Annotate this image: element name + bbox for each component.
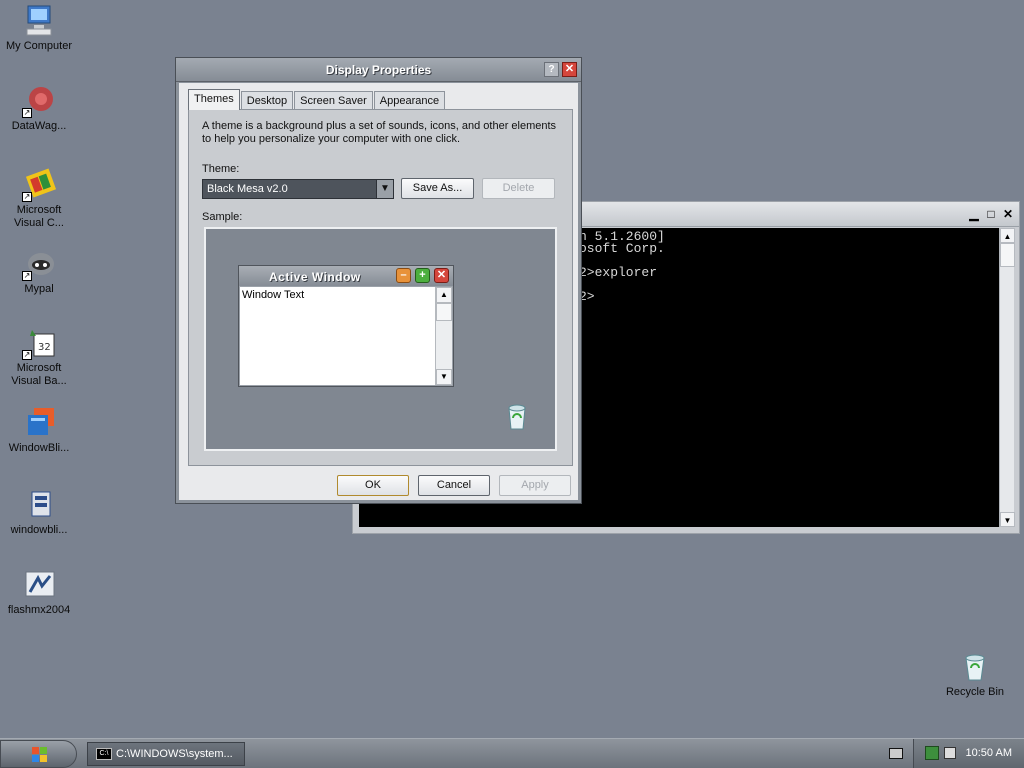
- save-as-button[interactable]: Save As...: [401, 178, 474, 199]
- visual-c-icon: ↗: [22, 168, 57, 202]
- shortcut-arrow-icon: ↗: [22, 350, 32, 360]
- mypal-icon: ↗: [22, 247, 56, 281]
- sample-window-titlebar: Active Window – + ✕: [239, 266, 453, 286]
- tab-appearance[interactable]: Appearance: [373, 91, 446, 110]
- scroll-thumb[interactable]: [1000, 243, 1015, 267]
- themes-panel: A theme is a background plus a set of so…: [188, 109, 573, 466]
- dialog-titlebar[interactable]: Display Properties ? ✕: [176, 58, 581, 82]
- close-icon[interactable]: ✕: [1001, 208, 1015, 222]
- windows-logo-icon: [32, 747, 47, 762]
- volume-icon[interactable]: [944, 747, 956, 759]
- desktop-icon-label: WindowBli...: [8, 442, 70, 454]
- dialog-body: Themes Desktop Screen Saver Appearance A…: [179, 83, 578, 500]
- apply-button[interactable]: Apply: [499, 475, 571, 496]
- desktop-icon-recycle-bin[interactable]: Recycle Bin: [936, 650, 1014, 699]
- desktop-icon-mypal[interactable]: ↗ Mypal: [0, 247, 78, 296]
- scroll-up-icon: ▲: [436, 287, 452, 303]
- close-icon: ✕: [434, 268, 449, 283]
- taskbar-item-label: C:\WINDOWS\system...: [116, 748, 233, 760]
- sample-window-text: Window Text: [240, 287, 435, 385]
- desktop-icon-label: windowbli...: [10, 524, 68, 536]
- dialog-title: Display Properties: [325, 63, 432, 77]
- svg-text:32: 32: [38, 342, 51, 353]
- desktop-icon-label: DataWag...: [11, 120, 67, 132]
- network-icon[interactable]: [925, 746, 939, 760]
- console-line: osoft Corp.: [579, 241, 665, 256]
- desktop-icon-visual-c[interactable]: ↗ Microsoft Visual C...: [0, 168, 78, 230]
- recycle-bin-icon: [958, 650, 992, 684]
- theme-description: A theme is a background plus a set of so…: [202, 120, 557, 145]
- scroll-down-icon: ▼: [436, 369, 452, 385]
- desktop-icon-label: Recycle Bin: [945, 686, 1005, 698]
- visual-basic-icon: 32 ↗: [22, 326, 56, 360]
- ok-button[interactable]: OK: [337, 475, 409, 496]
- desktop-icon-label: My Computer: [5, 40, 73, 52]
- desktop-icon-label: Microsoft Visual C...: [14, 204, 64, 229]
- shortcut-arrow-icon: ↗: [22, 192, 32, 202]
- console-icon: C:\: [96, 748, 112, 760]
- display-properties-dialog[interactable]: Display Properties ? ✕ Themes Desktop Sc…: [175, 57, 582, 504]
- desktop-icon-visual-basic[interactable]: 32 ↗ Microsoft Visual Ba...: [0, 326, 78, 388]
- chevron-down-icon[interactable]: ▼: [376, 180, 393, 198]
- desktop-icon-label: Mypal: [24, 283, 54, 295]
- my-computer-icon: [22, 4, 56, 38]
- taskbar-item-console[interactable]: C:\ C:\WINDOWS\system...: [87, 742, 245, 766]
- theme-dropdown-value: Black Mesa v2.0: [207, 183, 288, 195]
- scroll-down-icon[interactable]: ▼: [1000, 512, 1015, 527]
- desktop-icon-windowblinds[interactable]: WindowBli...: [0, 406, 78, 455]
- flash-mx-icon: [22, 568, 56, 602]
- tab-screen-saver[interactable]: Screen Saver: [294, 91, 373, 110]
- shortcut-arrow-icon: ↗: [22, 108, 32, 118]
- clock[interactable]: 10:50 AM: [966, 747, 1012, 759]
- desktop-icon-datawag[interactable]: ↗ DataWag...: [0, 84, 78, 133]
- scroll-thumb: [436, 303, 452, 321]
- scroll-up-icon[interactable]: ▲: [1000, 228, 1015, 243]
- console-scrollbar[interactable]: ▲ ▼: [999, 228, 1015, 527]
- taskbar: C:\ C:\WINDOWS\system... 10:50 AM: [0, 738, 1024, 768]
- maximize-icon: +: [415, 268, 430, 283]
- tab-themes[interactable]: Themes: [188, 89, 240, 110]
- keyboard-icon[interactable]: [889, 748, 903, 759]
- desktop-icon-label: flashmx2004: [7, 604, 71, 616]
- cancel-button[interactable]: Cancel: [418, 475, 490, 496]
- desktop-icon-windowblinds-installer[interactable]: windowbli...: [0, 488, 78, 537]
- windowblinds-icon: [22, 406, 56, 440]
- minimize-icon: –: [396, 268, 411, 283]
- desktop-icon-my-computer[interactable]: My Computer: [0, 4, 78, 53]
- start-button[interactable]: [0, 740, 77, 768]
- delete-button[interactable]: Delete: [482, 178, 555, 199]
- shortcut-arrow-icon: ↗: [22, 271, 32, 281]
- sample-label: Sample:: [202, 211, 243, 223]
- sample-preview: Active Window – + ✕ Window Text ▲ ▼: [204, 227, 557, 451]
- close-icon[interactable]: ✕: [562, 62, 577, 77]
- recycle-bin-icon: [502, 401, 532, 431]
- system-tray: 10:50 AM: [913, 739, 1024, 768]
- datawag-icon: ↗: [22, 84, 56, 118]
- minimize-icon[interactable]: ▁: [967, 208, 981, 222]
- sample-scrollbar: ▲ ▼: [435, 287, 452, 385]
- theme-dropdown[interactable]: Black Mesa v2.0 ▼: [202, 179, 394, 199]
- tab-strip: Themes Desktop Screen Saver Appearance: [188, 89, 446, 110]
- help-icon[interactable]: ?: [544, 62, 559, 77]
- desktop-icon-label: Microsoft Visual Ba...: [11, 362, 67, 387]
- theme-label: Theme:: [202, 163, 240, 175]
- tab-desktop[interactable]: Desktop: [240, 91, 294, 110]
- maximize-icon[interactable]: □: [984, 208, 998, 222]
- windowblinds-installer-icon: [22, 488, 56, 522]
- desktop-icon-flash-mx[interactable]: flashmx2004: [0, 568, 78, 617]
- console-line: 2>explorer: [579, 265, 658, 280]
- sample-window-title: Active Window: [269, 270, 361, 284]
- sample-window: Active Window – + ✕ Window Text ▲ ▼: [238, 265, 454, 387]
